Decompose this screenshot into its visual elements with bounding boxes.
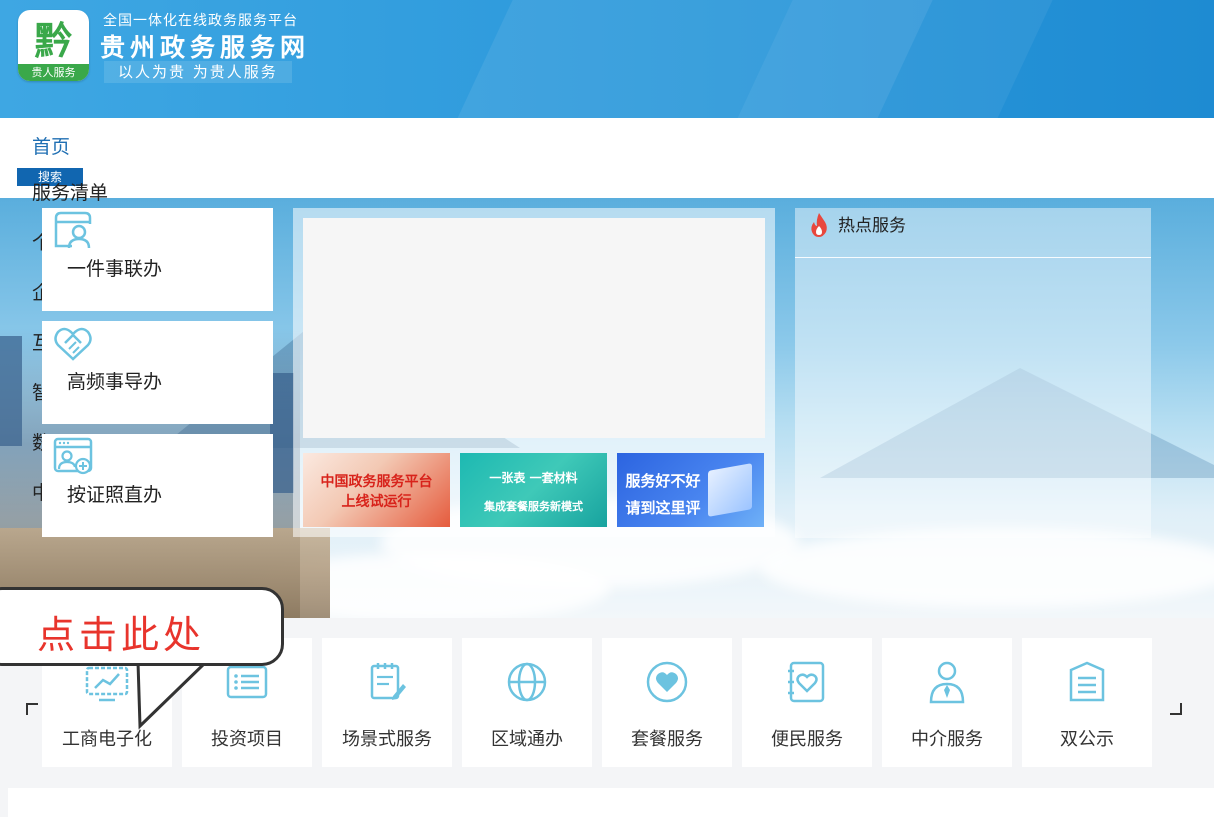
heart-circle-icon: [646, 661, 688, 703]
hot-services-header: 热点服务: [795, 208, 1151, 258]
content-strip: [8, 788, 1214, 817]
logo-tag: 贵人服务: [18, 64, 89, 81]
promo-title: 服务好不好: [625, 472, 701, 490]
news-panel: 中国政务服务平台 上线试运行 一张表 一套材料 集成套餐服务新模式 服务好不好 …: [293, 208, 775, 537]
person-tie-icon: [929, 661, 965, 704]
promo-platform-launch[interactable]: 中国政务服务平台 上线试运行: [303, 453, 450, 527]
promo-title: 一张表 一套材料: [489, 471, 578, 485]
site-header: 黔 贵人服务 全国一体化在线政务服务平台 贵州政务服务网 以人为贵 为贵人服务: [0, 0, 1214, 118]
callout-tail: [136, 660, 210, 730]
service-regional[interactable]: 区域通办: [462, 638, 592, 767]
screen-illustration-icon: [708, 463, 752, 517]
site-name: 贵州政务服务网: [100, 33, 311, 62]
hot-services-panel: 热点服务: [795, 208, 1151, 538]
site-logo[interactable]: 黔 贵人服务: [18, 10, 89, 81]
service-intermediary[interactable]: 中介服务: [882, 638, 1012, 767]
banner-carousel[interactable]: [303, 218, 765, 438]
carousel-prev-corner[interactable]: [26, 703, 38, 715]
promo-title: 中国政务服务平台: [320, 474, 433, 490]
banner-building: [0, 336, 22, 446]
service-label: 中介服务: [911, 729, 983, 750]
heart-document-icon: [788, 661, 825, 703]
service-scenario[interactable]: 场景式服务: [322, 638, 452, 767]
service-package[interactable]: 套餐服务: [602, 638, 732, 767]
platform-subtitle: 全国一体化在线政务服务平台: [103, 13, 298, 29]
nav-item-home[interactable]: 首页: [32, 132, 70, 159]
quick-card-one-thing[interactable]: 一件事联办: [42, 208, 273, 311]
banner-cloud: [760, 528, 1214, 608]
person-window-icon: [54, 211, 92, 249]
promo-package-service[interactable]: 一张表 一套材料 集成套餐服务新模式: [460, 453, 607, 527]
callout-text: 点击此处: [37, 613, 206, 657]
document-lines-icon: [1069, 661, 1105, 702]
globe-icon: [507, 662, 547, 702]
quick-card-label: 高频事导办: [67, 371, 163, 393]
click-here-callout: 点击此处: [0, 587, 284, 666]
service-label: 区域通办: [491, 729, 563, 750]
promo-subtitle: 上线试运行: [341, 494, 412, 510]
notepad-pen-icon: [370, 663, 406, 700]
site-slogan: 以人为贵 为贵人服务: [104, 61, 292, 83]
logo-glyph: 黔: [34, 18, 73, 63]
carousel-next-corner[interactable]: [1170, 703, 1182, 715]
promo-subtitle: 请到这里评: [625, 499, 701, 517]
service-label: 套餐服务: [631, 729, 703, 750]
quick-card-label: 按证照直办: [67, 484, 163, 506]
quick-card-certificate[interactable]: 按证照直办: [42, 434, 273, 537]
flame-icon: [811, 213, 827, 237]
service-label: 场景式服务: [342, 729, 432, 750]
promo-subtitle: 集成套餐服务新模式: [484, 500, 583, 513]
id-card-plus-icon: [53, 437, 93, 475]
banner-building: [270, 373, 294, 493]
service-label: 便民服务: [771, 729, 843, 750]
service-label: 双公示: [1060, 729, 1114, 750]
quick-card-label: 一件事联办: [67, 258, 163, 280]
main-nav: 首页 搜索: [0, 118, 1214, 198]
service-dual-publicity[interactable]: 双公示: [1022, 638, 1152, 767]
hot-services-title: 热点服务: [838, 216, 906, 236]
handshake-icon: [54, 327, 92, 361]
quick-card-high-frequency[interactable]: 高频事导办: [42, 321, 273, 424]
service-convenience[interactable]: 便民服务: [742, 638, 872, 767]
promo-service-evaluation[interactable]: 服务好不好 请到这里评: [617, 453, 764, 527]
